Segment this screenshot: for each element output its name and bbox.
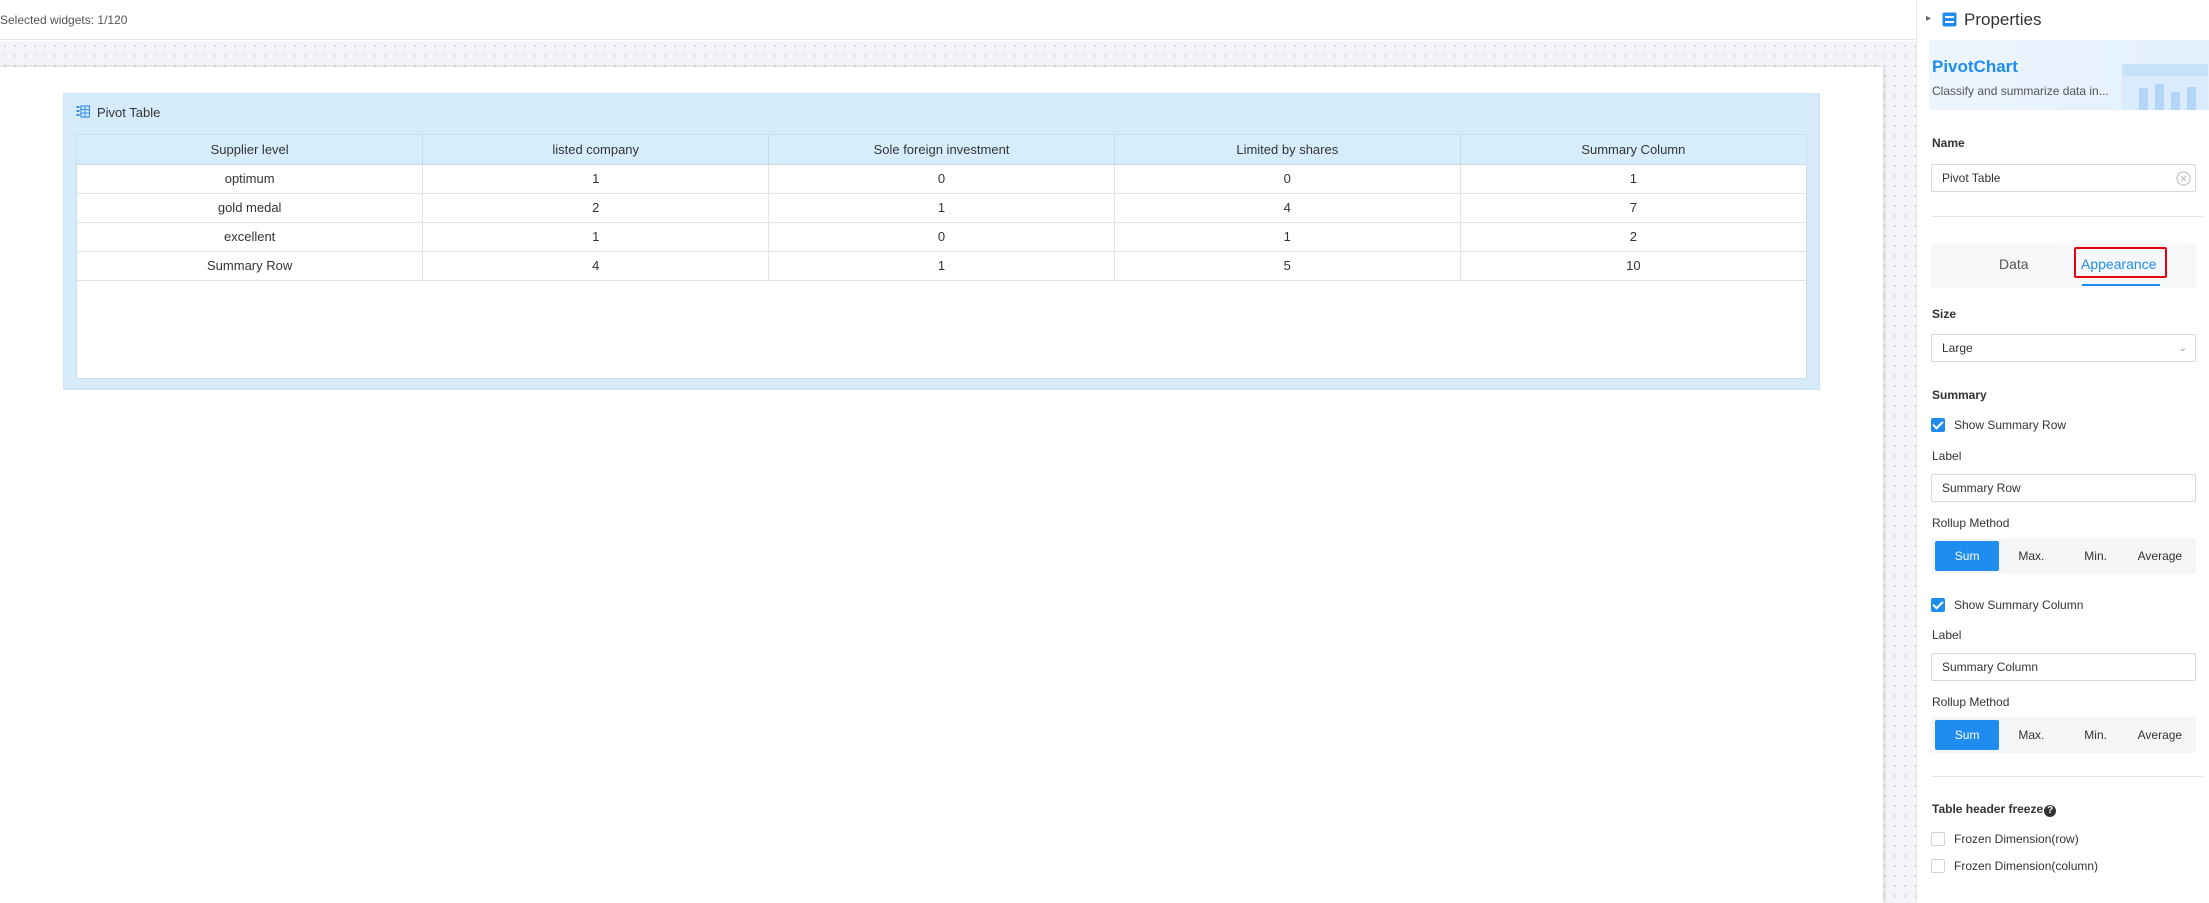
table-cell: 1 xyxy=(1114,222,1461,252)
table-cell: 1 xyxy=(768,193,1115,223)
divider xyxy=(1931,216,2203,217)
table-cell: optimum xyxy=(77,164,424,194)
rollup-option-sum[interactable]: Sum xyxy=(1935,720,2000,750)
panel-header: ▸ Properties xyxy=(1917,0,2209,40)
properties-panel: ▸ Properties PivotChart Classify and sum… xyxy=(1916,0,2209,903)
top-bar: Selected widgets: 1/120 xyxy=(0,0,1916,40)
rollup-option-min[interactable]: Min. xyxy=(2064,541,2128,571)
column-header[interactable]: Sole foreign investment xyxy=(768,135,1115,165)
table-cell: 4 xyxy=(422,251,770,281)
table-cell: 2 xyxy=(1460,222,1806,252)
divider xyxy=(1931,776,2203,777)
name-input[interactable]: Pivot Table xyxy=(1931,164,2196,192)
clear-icon[interactable] xyxy=(2176,171,2191,186)
collapse-caret-icon[interactable]: ▸ xyxy=(1926,13,1931,24)
help-icon[interactable]: ? xyxy=(2044,805,2057,817)
column-header[interactable]: listed company xyxy=(422,135,770,165)
table-cell: 2 xyxy=(422,193,770,223)
widget-title: Pivot Table xyxy=(76,104,160,120)
checkbox-checked-icon[interactable] xyxy=(1931,598,1945,612)
table-row: excellent 1 0 1 2 xyxy=(77,222,1806,252)
show-summary-column-checkbox[interactable]: Show Summary Column xyxy=(1931,598,2083,612)
panel-title: Properties xyxy=(1964,10,2042,29)
row-label-label: Label xyxy=(1932,449,1962,463)
table-cell: 7 xyxy=(1460,193,1806,223)
size-label: Size xyxy=(1932,307,1957,321)
design-canvas[interactable]: Pivot Table Supplier level listed compan… xyxy=(0,41,1916,903)
pivot-table-area: Supplier level listed company Sole forei… xyxy=(76,134,1807,379)
freeze-label-text: Table header freeze xyxy=(1932,802,2044,816)
component-name: PivotChart xyxy=(1932,57,2018,76)
component-description: Classify and summarize data in... xyxy=(1932,84,2109,98)
tab-data[interactable]: Data xyxy=(1999,256,2029,272)
highlight-box xyxy=(2074,247,2167,278)
widget-title-text: Pivot Table xyxy=(97,104,161,120)
checkbox-unchecked-icon[interactable] xyxy=(1931,832,1945,846)
rollup-option-max[interactable]: Max. xyxy=(1999,720,2063,750)
frozen-row-checkbox[interactable]: Frozen Dimension(row) xyxy=(1931,832,2079,846)
selected-widgets-count: Selected widgets: 1/120 xyxy=(0,13,128,27)
table-cell: 4 xyxy=(1114,193,1461,223)
table-header-freeze-label: Table header freeze? xyxy=(1932,802,2057,817)
summary-row: Summary Row 4 1 5 10 xyxy=(77,251,1806,281)
chevron-down-icon: ⌄ xyxy=(2178,343,2187,354)
summary-row-label-value: Summary Row xyxy=(1942,481,2021,495)
summary-column-label-input[interactable]: Summary Column xyxy=(1931,653,2196,681)
page-surface[interactable]: Pivot Table Supplier level listed compan… xyxy=(0,67,1883,903)
table-cell: 0 xyxy=(1114,164,1461,194)
name-label: Name xyxy=(1932,136,1965,150)
table-row: gold medal 2 1 4 7 xyxy=(77,193,1806,223)
column-header[interactable]: Limited by shares xyxy=(1114,135,1461,165)
pivot-table: Supplier level listed company Sole forei… xyxy=(77,135,1806,281)
show-summary-column-label: Show Summary Column xyxy=(1954,598,2084,612)
checkbox-checked-icon[interactable] xyxy=(1931,418,1945,432)
col-rollup-label: Rollup Method xyxy=(1932,695,2010,709)
rollup-option-average[interactable]: Average xyxy=(2128,720,2192,750)
table-cell: 1 xyxy=(422,164,770,194)
col-label-label: Label xyxy=(1932,628,1962,642)
table-cell: Summary Row xyxy=(77,251,424,281)
show-summary-row-label: Show Summary Row xyxy=(1954,418,2067,432)
panel-tabs: Data Appearance xyxy=(1931,244,2196,288)
component-banner: PivotChart Classify and summarize data i… xyxy=(1929,40,2209,110)
rollup-option-average[interactable]: Average xyxy=(2128,541,2192,571)
column-header[interactable]: Supplier level xyxy=(77,135,424,165)
name-input-value: Pivot Table xyxy=(1942,171,2001,185)
table-header-row: Supplier level listed company Sole forei… xyxy=(77,135,1806,165)
table-cell: 1 xyxy=(1460,164,1806,194)
size-select[interactable]: Large ⌄ xyxy=(1931,334,2196,362)
table-cell: 5 xyxy=(1114,251,1461,281)
rollup-option-min[interactable]: Min. xyxy=(2064,720,2128,750)
frozen-row-label: Frozen Dimension(row) xyxy=(1954,832,2079,846)
properties-icon xyxy=(1942,12,1957,27)
table-cell: gold medal xyxy=(77,193,424,223)
rollup-option-max[interactable]: Max. xyxy=(1999,541,2063,571)
table-cell: 10 xyxy=(1460,251,1806,281)
pivot-table-widget[interactable]: Pivot Table Supplier level listed compan… xyxy=(63,93,1820,390)
row-rollup-label: Rollup Method xyxy=(1932,516,2010,530)
table-cell: 1 xyxy=(422,222,770,252)
table-row: optimum 1 0 0 1 xyxy=(77,164,1806,194)
frozen-column-checkbox[interactable]: Frozen Dimension(column) xyxy=(1931,859,2098,873)
column-rollup-method: Sum Max. Min. Average xyxy=(1931,717,2196,753)
table-cell: 0 xyxy=(768,164,1115,194)
summary-label: Summary xyxy=(1932,388,1987,402)
table-cell: 1 xyxy=(768,251,1115,281)
summary-column-label-value: Summary Column xyxy=(1942,660,2039,674)
chart-illustration-icon xyxy=(2122,64,2208,110)
checkbox-unchecked-icon[interactable] xyxy=(1931,859,1945,873)
active-tab-indicator xyxy=(2082,284,2160,286)
row-rollup-method: Sum Max. Min. Average xyxy=(1931,538,2196,574)
rollup-option-sum[interactable]: Sum xyxy=(1935,541,2000,571)
show-summary-row-checkbox[interactable]: Show Summary Row xyxy=(1931,418,2066,432)
pivot-table-icon xyxy=(76,105,90,118)
table-cell: 0 xyxy=(768,222,1115,252)
column-header[interactable]: Summary Column xyxy=(1460,135,1806,165)
frozen-column-label: Frozen Dimension(column) xyxy=(1954,859,2099,873)
size-select-value: Large xyxy=(1942,341,1973,355)
summary-row-label-input[interactable]: Summary Row xyxy=(1931,474,2196,502)
table-cell: excellent xyxy=(77,222,424,252)
